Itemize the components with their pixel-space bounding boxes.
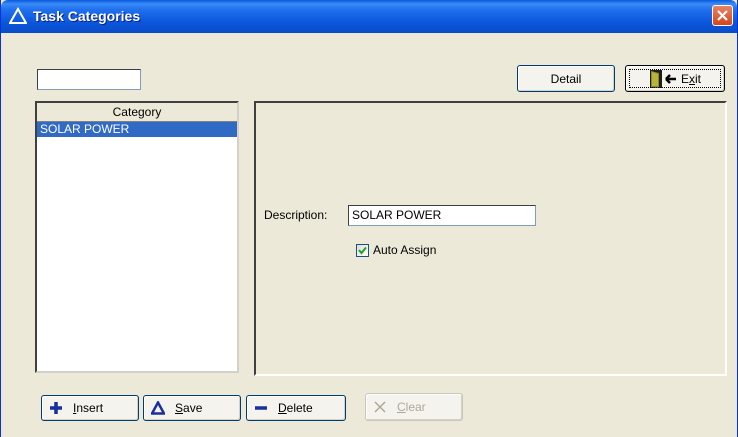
delete-button[interactable]: Delete (246, 395, 346, 421)
triangle-icon (151, 401, 165, 415)
detail-button-label: Detail (550, 71, 582, 86)
title-bar[interactable]: Task Categories (1, 0, 737, 33)
description-label: Description: (264, 208, 328, 222)
delete-mnemonic: D (278, 401, 287, 415)
clear-rest: lear (405, 400, 426, 414)
focus-ring (629, 69, 721, 88)
save-rest: ave (183, 401, 203, 415)
description-field[interactable]: SOLAR POWER (348, 205, 536, 226)
detail-button[interactable]: Detail (517, 65, 615, 92)
detail-panel (254, 101, 727, 376)
checkmark-icon (358, 246, 367, 255)
list-item[interactable]: SOLAR POWER (37, 122, 237, 137)
task-categories-window: Task Categories Detail Exit Category SOL… (0, 0, 738, 437)
eraser-x-icon (374, 401, 386, 413)
clear-button[interactable]: Clear (365, 393, 463, 421)
close-button[interactable] (712, 5, 733, 26)
delete-button-label: Delete (278, 401, 313, 415)
triangle-icon (9, 7, 27, 24)
insert-button-label: Insert (73, 401, 103, 415)
exit-button[interactable]: Exit (625, 65, 725, 92)
insert-rest: nsert (76, 401, 104, 415)
delete-rest: elete (286, 401, 313, 415)
minus-icon (255, 406, 267, 410)
plus-icon (50, 402, 62, 414)
close-icon (717, 10, 728, 21)
category-list[interactable]: Category SOLAR POWER (35, 101, 239, 373)
save-button[interactable]: Save (143, 395, 241, 421)
clear-button-label: Clear (397, 400, 426, 414)
category-column-header[interactable]: Category (37, 103, 237, 122)
filter-input[interactable] (37, 69, 141, 90)
save-mnemonic: S (175, 401, 184, 415)
auto-assign-checkbox[interactable] (356, 244, 369, 257)
window-title: Task Categories (33, 8, 141, 24)
clear-mnemonic: C (397, 400, 406, 414)
auto-assign-label[interactable]: Auto Assign (373, 243, 436, 257)
insert-button[interactable]: Insert (41, 395, 139, 421)
save-button-label: Save (175, 401, 202, 415)
